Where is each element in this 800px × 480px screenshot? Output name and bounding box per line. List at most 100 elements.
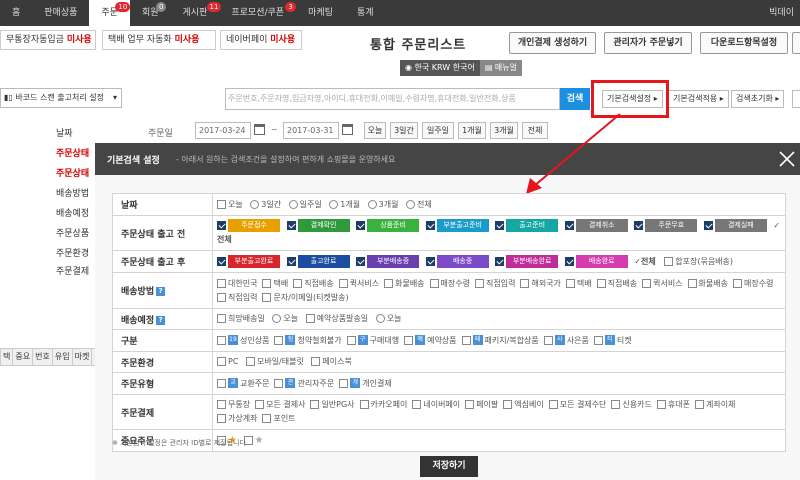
shipping-option[interactable]: 직접배송: [596, 278, 637, 288]
date-option-week[interactable]: 일주일: [288, 199, 322, 209]
shipping-option[interactable]: 직접입력: [217, 292, 257, 302]
checkbox[interactable]: [286, 221, 296, 230]
manual-button[interactable]: ▤ 매뉴얼: [479, 60, 523, 76]
help-icon[interactable]: ?: [156, 287, 166, 296]
date-3days-button[interactable]: 3일간: [390, 122, 418, 139]
reset-search-button[interactable]: 검색초기화 ▸: [731, 90, 785, 108]
shipping-option[interactable]: 화물배송: [384, 278, 425, 288]
expected-reserve-date[interactable]: 예약상품발송일: [305, 314, 368, 323]
col-header[interactable]: 중요: [13, 349, 34, 365]
apply-default-search-button[interactable]: 기본검색적용 ▸: [668, 90, 729, 108]
checkbox[interactable]: [703, 221, 713, 230]
checkbox[interactable]: [611, 400, 621, 409]
shipping-option[interactable]: 화물배송: [687, 278, 728, 288]
shipping-option[interactable]: 택배: [262, 278, 288, 288]
nav-promotion[interactable]: 프로모션/쿠폰 3: [219, 0, 296, 26]
shipping-option[interactable]: 택배: [565, 278, 592, 288]
checkbox[interactable]: [461, 335, 471, 345]
date-option-3days[interactable]: 3일간: [250, 199, 281, 209]
nav-home[interactable]: 홈: [0, 0, 32, 26]
payment-option[interactable]: 무통장: [217, 400, 250, 409]
date-option-1month[interactable]: 1개월: [329, 199, 360, 209]
shipping-option[interactable]: 대한민국: [217, 278, 257, 288]
checkbox[interactable]: [262, 292, 272, 302]
checkbox[interactable]: [495, 256, 505, 266]
checkbox[interactable]: [217, 221, 226, 230]
shipping-option[interactable]: 퀵서비스: [642, 278, 683, 288]
col-header[interactable]: 번호: [33, 349, 53, 365]
expected-hope-date[interactable]: 희망배송일: [217, 314, 265, 323]
checkbox[interactable]: [217, 357, 226, 366]
notice-naverpay[interactable]: 네이버페이 미사용: [220, 30, 302, 50]
checkbox[interactable]: [356, 221, 366, 230]
checkbox[interactable]: [217, 199, 226, 209]
category-option[interactable]: 예 예약상품: [404, 335, 457, 345]
radio[interactable]: [250, 199, 260, 209]
notice-delivery-automation[interactable]: 택배 업무 자동화 미사용: [102, 30, 216, 50]
checkbox[interactable]: [217, 400, 226, 409]
payment-option[interactable]: 계좌이체: [694, 400, 735, 409]
date-week-button[interactable]: 일주일: [422, 122, 454, 139]
checkbox[interactable]: [262, 278, 272, 288]
date-from-input[interactable]: 2017-03-24: [195, 122, 251, 139]
nav-products[interactable]: 판매상품: [32, 0, 89, 26]
nav-board[interactable]: 게시판 11: [171, 0, 222, 26]
shipping-option[interactable]: 퀵서비스: [338, 278, 379, 288]
checkbox[interactable]: [520, 278, 530, 288]
date-option-all[interactable]: 전체: [406, 199, 432, 209]
checkbox[interactable]: [262, 414, 272, 423]
nav-marketing[interactable]: 마케팅: [296, 0, 345, 26]
radio[interactable]: [406, 199, 415, 209]
bundle-shipping-option[interactable]: 합포장(묶음배송): [664, 256, 733, 266]
payment-option[interactable]: 신용카드: [611, 400, 652, 409]
payment-option[interactable]: 카카오페이: [359, 400, 407, 409]
payment-option[interactable]: 모든 결제사: [255, 400, 305, 409]
payment-option[interactable]: 모든 결제수단: [548, 400, 606, 409]
checkbox[interactable]: [503, 400, 513, 409]
category-option[interactable]: 패 패키지/복합상품: [461, 335, 539, 345]
payment-option[interactable]: 일반PG사: [310, 400, 355, 409]
checkbox[interactable]: [664, 256, 674, 266]
save-button[interactable]: 저장하기: [420, 456, 478, 477]
calendar-icon[interactable]: [342, 124, 353, 135]
checkbox[interactable]: [217, 314, 226, 323]
checkbox[interactable]: [274, 335, 284, 345]
category-option[interactable]: 구 구매대행: [346, 335, 399, 345]
checkbox[interactable]: [596, 278, 606, 288]
nav-stats[interactable]: 통계: [345, 0, 386, 26]
nav-orders[interactable]: 주문 10: [89, 0, 131, 26]
checkbox[interactable]: [356, 256, 366, 266]
checkbox[interactable]: [274, 378, 284, 388]
checkbox[interactable]: [465, 400, 475, 409]
checkbox[interactable]: [543, 335, 553, 345]
radio[interactable]: [288, 199, 298, 209]
type-option[interactable]: 교 교환주문: [217, 378, 269, 388]
more-search-button[interactable]: [792, 90, 800, 108]
nav-user[interactable]: 빅데이: [769, 0, 794, 26]
shipping-option[interactable]: 직접배송: [293, 278, 334, 288]
checkbox[interactable]: [404, 335, 414, 345]
date-3month-button[interactable]: 3개월: [490, 122, 518, 139]
payment-option[interactable]: 포인트: [262, 414, 296, 423]
shipping-option[interactable]: 해외국가: [520, 278, 561, 288]
shipping-option[interactable]: 매장수령: [733, 278, 773, 288]
checkbox[interactable]: [565, 278, 575, 288]
radio[interactable]: [329, 199, 339, 209]
payment-option[interactable]: 엑심베이: [503, 400, 544, 409]
search-input[interactable]: 주문번호,주문자명,입금자명,아이디,휴대전화,이메일,수령자명,휴대전화,일반…: [225, 88, 560, 110]
checkbox[interactable]: [293, 278, 303, 288]
env-pc[interactable]: PC: [217, 357, 238, 366]
expected-today[interactable]: 오늘: [272, 314, 298, 323]
nav-members[interactable]: 회원 0: [130, 0, 171, 26]
checkbox[interactable]: [305, 314, 315, 323]
barcode-scan-select[interactable]: ▮▯ 바코드 스캔 출고처리 설정 ▾: [0, 88, 122, 108]
category-option[interactable]: 청 청약철회불가: [274, 335, 342, 345]
checkbox[interactable]: [384, 278, 394, 288]
checkbox[interactable]: [429, 278, 439, 288]
checkbox[interactable]: [642, 278, 652, 288]
shipping-option[interactable]: 문자/이메일(티켓발송): [262, 292, 349, 302]
checkbox[interactable]: [564, 221, 574, 230]
checkbox[interactable]: [359, 400, 369, 409]
payment-option[interactable]: 네이버페이: [412, 400, 460, 409]
checkbox[interactable]: [217, 414, 226, 423]
